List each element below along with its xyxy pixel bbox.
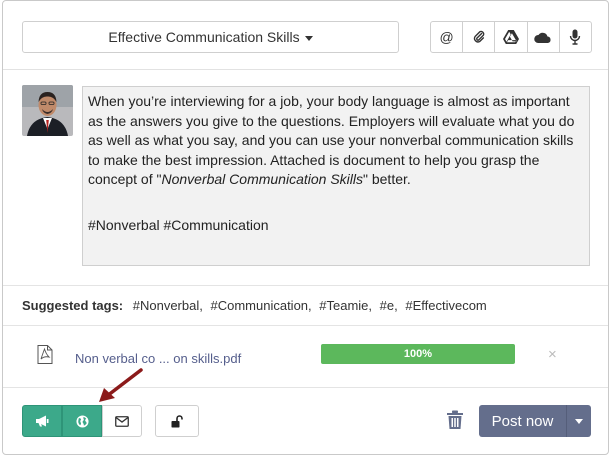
envelope-icon: [115, 415, 129, 427]
divider: [3, 325, 608, 326]
upload-progress-fill: 100%: [321, 344, 515, 364]
suggested-tag[interactable]: #Effectivecom: [405, 298, 486, 313]
attach-file-button[interactable]: [463, 22, 496, 52]
trash-icon[interactable]: [446, 410, 464, 435]
message-emphasis: Nonverbal Communication Skills: [161, 171, 363, 188]
caret-down-icon: [304, 35, 313, 41]
composer-header: Effective Communication Skills @: [3, 1, 608, 70]
record-audio-button[interactable]: [560, 22, 591, 52]
at-icon: @: [439, 29, 454, 45]
post-composer: Effective Communication Skills @ When yo…: [2, 0, 609, 455]
message-text-part: " better.: [363, 171, 411, 188]
pdf-file-icon: [37, 345, 53, 369]
post-now-button[interactable]: Post now: [479, 405, 567, 437]
user-avatar: [22, 85, 73, 136]
post-options-dropdown[interactable]: [567, 405, 591, 437]
email-notify-button[interactable]: [102, 405, 142, 437]
onedrive-icon: [534, 32, 551, 43]
attachment-toolbar: @: [430, 21, 592, 53]
globe-icon: [75, 414, 89, 428]
megaphone-icon: [36, 415, 49, 427]
lock-comments-button[interactable]: [155, 405, 199, 437]
microphone-icon: [570, 29, 581, 45]
divider: [3, 387, 608, 388]
suggested-tag[interactable]: #Communication,: [210, 298, 311, 313]
upload-progress-bar: 100%: [321, 344, 515, 364]
public-visibility-button[interactable]: [62, 405, 102, 437]
message-hashtags: #Nonverbal #Communication: [88, 216, 269, 233]
message-textarea[interactable]: When you’re interviewing for a job, your…: [82, 86, 590, 266]
suggested-tag[interactable]: #e,: [380, 298, 398, 313]
google-drive-button[interactable]: [495, 22, 528, 52]
suggested-tags: Suggested tags: #Nonverbal, #Communicati…: [22, 298, 491, 313]
attachment-file-name[interactable]: Non verbal co ... on skills.pdf: [75, 351, 241, 366]
suggested-tag[interactable]: #Teamie,: [319, 298, 372, 313]
annotation-arrow-icon: [99, 368, 143, 402]
announcement-button[interactable]: [22, 405, 62, 437]
google-drive-icon: [503, 30, 519, 44]
message-body: When you’re interviewing for a job, your…: [88, 92, 584, 190]
group-selector-dropdown[interactable]: Effective Communication Skills: [22, 21, 399, 53]
mention-button[interactable]: @: [431, 22, 464, 52]
onedrive-button[interactable]: [528, 22, 560, 52]
suggested-tags-label: Suggested tags:: [22, 298, 124, 313]
suggested-tag[interactable]: #Nonverbal,: [133, 298, 203, 313]
divider: [3, 285, 608, 286]
post-button-group: Post now: [479, 405, 591, 437]
visibility-toggle-group: [22, 405, 142, 437]
remove-attachment-button[interactable]: ×: [548, 346, 557, 363]
unlock-icon: [171, 414, 183, 427]
paperclip-icon: [473, 30, 485, 43]
group-selector-label: Effective Communication Skills: [108, 29, 300, 45]
upload-progress-label: 100%: [403, 348, 433, 360]
caret-down-icon: [575, 418, 583, 424]
